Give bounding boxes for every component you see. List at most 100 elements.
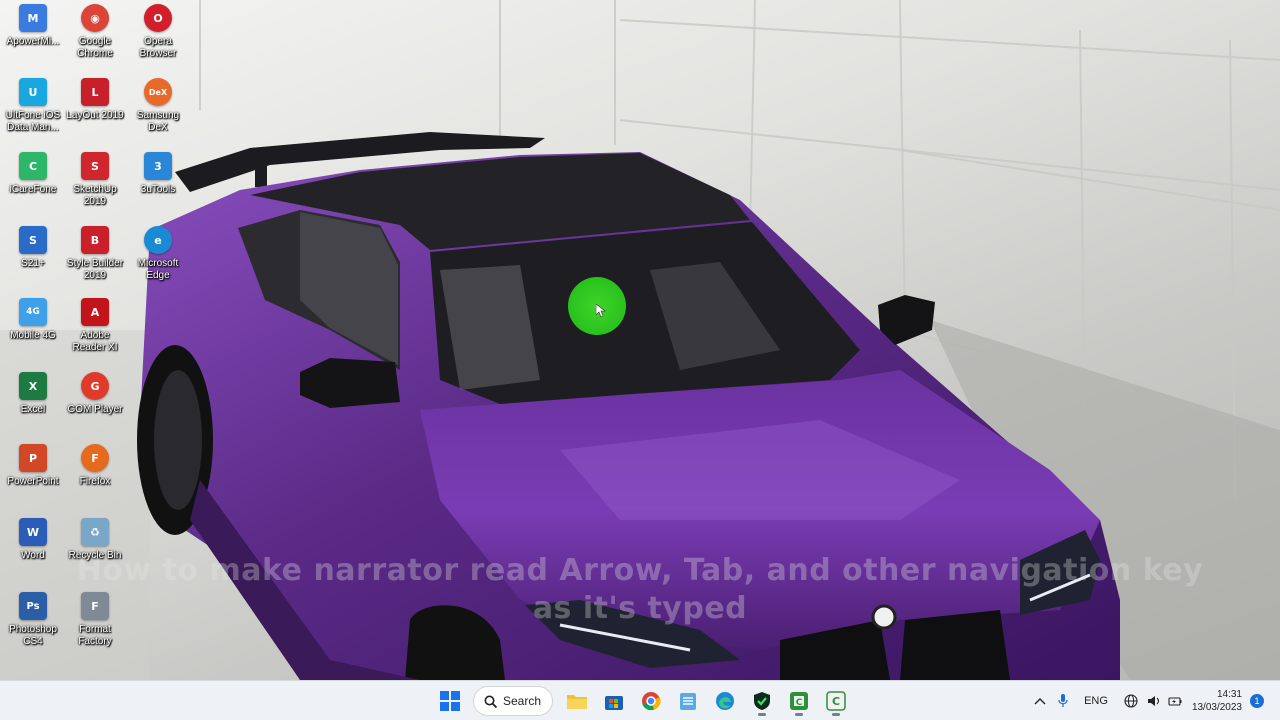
desktop-icon-label: Excel xyxy=(20,404,46,415)
s21-plus-icon[interactable]: S S21+ xyxy=(0,226,66,270)
edge-icon xyxy=(715,692,734,710)
excel-app-icon: X xyxy=(19,372,47,400)
powerpoint-app-icon: P xyxy=(19,444,47,472)
vpn-shield-button[interactable] xyxy=(746,685,777,717)
desktop-icon-label: Firefox xyxy=(79,476,111,487)
shield-check-icon xyxy=(753,692,770,710)
network-button[interactable] xyxy=(1118,681,1144,720)
desktop-icon-label: 3uTools xyxy=(140,184,176,195)
layout-app-icon: L xyxy=(81,78,109,106)
samsung-dex-icon[interactable]: DeX Samsung DeX xyxy=(125,78,191,134)
camtasia-recorder-icon: C xyxy=(825,691,846,711)
recycle-bin-app-icon: ♻ xyxy=(81,518,109,546)
windows-logo-icon xyxy=(439,691,460,711)
desktop-icon-label: Samsung DeX xyxy=(136,110,180,133)
chevron-up-icon xyxy=(1034,698,1046,705)
battery-charging-icon xyxy=(1168,697,1182,706)
opera-browser-icon[interactable]: O Opera Browser xyxy=(125,4,191,60)
microsoft-edge-icon[interactable]: e Microsoft Edge xyxy=(125,226,191,282)
opera-app-icon: O xyxy=(144,4,172,32)
speaker-icon xyxy=(1147,696,1159,706)
file-explorer-button[interactable] xyxy=(561,685,592,717)
clock-date: 13/03/2023 xyxy=(1191,702,1242,713)
desktop-icon-label: LayOut 2019 xyxy=(66,110,124,121)
system-tray: ENG 14:31 13/03/2023 1 xyxy=(1028,681,1280,720)
desktop-icon-label: iCareFone xyxy=(9,184,57,195)
samsung-dex-app-icon: DeX xyxy=(144,78,172,106)
microsoft-store-button[interactable] xyxy=(598,685,629,717)
word-app-icon: W xyxy=(19,518,47,546)
ultfone-app-icon: U xyxy=(19,78,47,106)
globe-icon xyxy=(1124,694,1138,708)
start-button[interactable] xyxy=(434,685,465,717)
video-subtitle: How to make narrator read Arrow, Tab, an… xyxy=(0,552,1280,628)
edge-app-icon: e xyxy=(144,226,172,254)
desktop-icon-label: Microsoft Edge xyxy=(137,258,179,281)
style-builder-icon[interactable]: B Style Builder 2019 xyxy=(62,226,128,282)
store-icon xyxy=(604,696,623,710)
camtasia-icon: C xyxy=(789,692,808,710)
apowermirror-app-icon: M xyxy=(19,4,47,32)
svg-text:C: C xyxy=(795,698,802,708)
excel-icon[interactable]: X Excel xyxy=(0,372,66,416)
desktop-icon-label: GOM Player xyxy=(67,404,123,415)
desktop-icon-label: PowerPoint xyxy=(7,476,59,487)
desktop-icon-label: S21+ xyxy=(21,258,45,269)
3utools-icon[interactable]: 3 3uTools xyxy=(125,152,191,196)
s21-app-icon: S xyxy=(19,226,47,254)
taskbar-clock[interactable]: 14:31 13/03/2023 xyxy=(1186,688,1250,714)
notepad-icon xyxy=(679,693,696,710)
layout-2019-icon[interactable]: L LayOut 2019 xyxy=(62,78,128,122)
notification-badge[interactable]: 1 xyxy=(1250,694,1264,708)
taskbar-apps: Search C C xyxy=(434,685,851,717)
notepad-button[interactable] xyxy=(672,685,703,717)
chrome-taskbar-button[interactable] xyxy=(635,685,666,717)
adobe-reader-app-icon: A xyxy=(81,298,109,326)
search-label: Search xyxy=(503,694,542,708)
subtitle-line-1: How to make narrator read Arrow, Tab, an… xyxy=(76,553,1204,588)
ultfone-ios-icon[interactable]: U UltFone iOS Data Man... xyxy=(0,78,66,134)
desktop-icon-label: UltFone iOS Data Man... xyxy=(5,110,61,133)
firefox-icon[interactable]: F Firefox xyxy=(62,444,128,488)
mobile-4g-app-icon: 4G xyxy=(19,298,47,326)
adobe-reader-icon[interactable]: A Adobe Reader XI xyxy=(62,298,128,354)
desktop-icon-label: SketchUp 2019 xyxy=(73,184,117,207)
chrome-icon xyxy=(641,692,661,711)
microphone-button[interactable] xyxy=(1052,681,1074,720)
sketchup-app-icon: S xyxy=(81,152,109,180)
language-label: ENG xyxy=(1084,695,1108,707)
volume-button[interactable] xyxy=(1144,681,1164,720)
desktop-icon-label: Style Builder 2019 xyxy=(66,258,124,281)
battery-button[interactable] xyxy=(1164,681,1186,720)
gom-player-app-icon: G xyxy=(81,372,109,400)
desktop-wallpaper: M ApowerMi... U UltFone iOS Data Man... … xyxy=(0,0,1280,680)
edge-taskbar-button[interactable] xyxy=(709,685,740,717)
desktop-icon-label: Adobe Reader XI xyxy=(72,330,118,353)
taskbar: Search C C ENG 14:31 13/03/2023 1 xyxy=(0,680,1280,720)
apowermirror-icon[interactable]: M ApowerMi... xyxy=(0,4,66,48)
search-icon xyxy=(484,695,497,708)
input-language-button[interactable]: ENG xyxy=(1074,681,1118,720)
icarefone-icon[interactable]: C iCareFone xyxy=(0,152,66,196)
taskbar-search[interactable]: Search xyxy=(473,686,553,716)
powerpoint-icon[interactable]: P PowerPoint xyxy=(0,444,66,488)
show-hidden-icons-button[interactable] xyxy=(1028,681,1052,720)
3utools-app-icon: 3 xyxy=(144,152,172,180)
subtitle-line-2: as it's typed xyxy=(532,591,748,626)
desktop-icon-label: Mobile 4G xyxy=(10,330,56,341)
google-chrome-icon[interactable]: ◉ Google Chrome xyxy=(62,4,128,60)
desktop-icon-label: Google Chrome xyxy=(77,36,113,59)
camtasia-button[interactable]: C xyxy=(783,685,814,717)
style-builder-app-icon: B xyxy=(81,226,109,254)
chrome-app-icon: ◉ xyxy=(81,4,109,32)
desktop-icon-label: Opera Browser xyxy=(139,36,177,59)
mobile-4g-icon[interactable]: 4G Mobile 4G xyxy=(0,298,66,342)
sketchup-2019-icon[interactable]: S SketchUp 2019 xyxy=(62,152,128,208)
folder-icon xyxy=(566,695,587,709)
gom-player-icon[interactable]: G GOM Player xyxy=(62,372,128,416)
camtasia-recorder-button[interactable]: C xyxy=(820,685,851,717)
mouse-cursor-icon xyxy=(596,304,606,318)
clock-time: 14:31 xyxy=(1216,689,1242,700)
desktop-icon-label: ApowerMi... xyxy=(6,36,60,47)
microphone-icon xyxy=(1058,694,1068,707)
